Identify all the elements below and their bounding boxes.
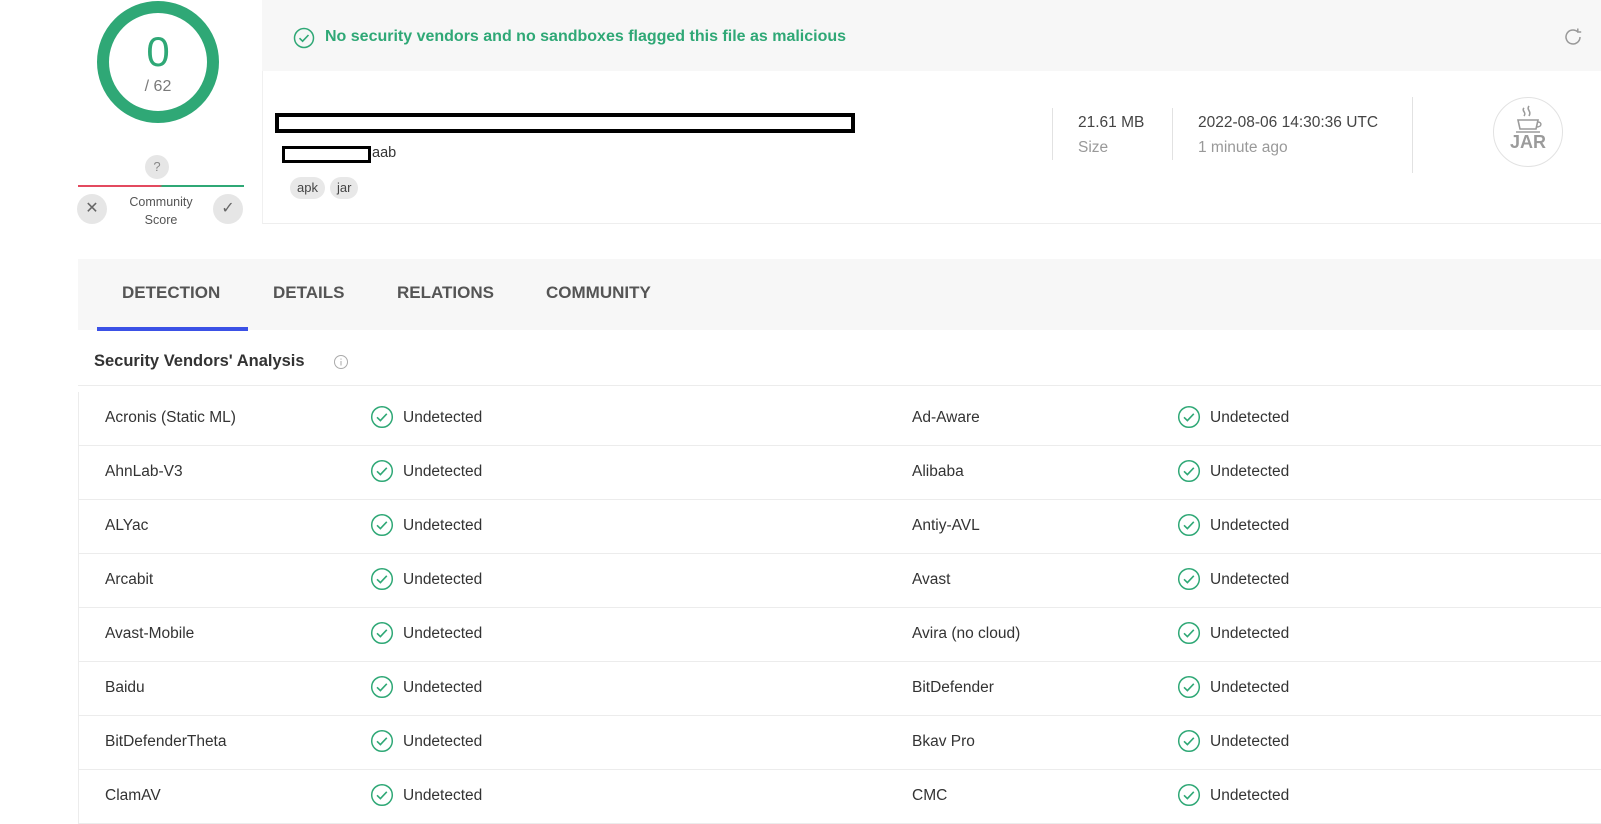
vendor-result: Undetected	[1210, 463, 1290, 480]
tab-relations[interactable]: RELATIONS	[397, 283, 494, 303]
community-score-label: Community Score	[118, 193, 204, 229]
vendor-result: Undetected	[403, 787, 483, 804]
vendor-result: Undetected	[403, 463, 483, 480]
undetected-check-icon	[370, 513, 394, 537]
table-row: BitDefenderTheta Undetected Bkav Pro Undete…	[79, 716, 1601, 770]
vendor-name: Avast	[912, 571, 951, 588]
undetected-check-icon	[370, 621, 394, 645]
redacted-file-name	[282, 146, 371, 163]
undetected-check-icon	[1177, 729, 1201, 753]
table-row: Arcabit Undetected Avast Undetected	[79, 554, 1601, 608]
vendor-result: Undetected	[403, 409, 483, 426]
undetected-check-icon	[1177, 459, 1201, 483]
file-size-value: 21.61 MB	[1078, 114, 1145, 131]
vendor-name: BitDefenderTheta	[105, 733, 227, 750]
undetected-check-icon	[1177, 405, 1201, 429]
undetected-check-icon	[1177, 513, 1201, 537]
section-title: Security Vendors' Analysis	[94, 352, 305, 370]
vendor-result: Undetected	[1210, 733, 1290, 750]
detection-score-ring: 0 / 62	[96, 0, 220, 124]
community-score-label-line2: Score	[144, 213, 178, 227]
tag-apk[interactable]: apk	[290, 177, 325, 199]
vendor-name: Avira (no cloud)	[912, 625, 1021, 642]
divider	[1412, 97, 1413, 173]
engine-total: / 62	[144, 78, 172, 95]
vendor-result: Undetected	[403, 625, 483, 642]
undetected-check-icon	[1177, 621, 1201, 645]
file-info-card	[262, 71, 1601, 224]
undetected-check-icon	[1177, 783, 1201, 807]
vote-harmless-button[interactable]: ✓	[213, 194, 243, 224]
vendor-name: Baidu	[105, 679, 145, 696]
vendor-name: Ad-Aware	[912, 409, 980, 426]
community-score-bar	[78, 185, 244, 187]
table-row: Baidu Undetected BitDefender Undetected	[79, 662, 1601, 716]
vote-harmful-button[interactable]: ✕	[77, 194, 107, 224]
vendor-name: ALYac	[105, 517, 149, 534]
vendor-result: Undetected	[1210, 571, 1290, 588]
active-tab-indicator	[97, 327, 248, 331]
vendor-result: Undetected	[1210, 679, 1290, 696]
vendor-name: Antiy-AVL	[912, 517, 980, 534]
undetected-check-icon	[1177, 675, 1201, 699]
tab-community[interactable]: COMMUNITY	[546, 283, 651, 303]
vendor-result: Undetected	[403, 517, 483, 534]
info-icon[interactable]	[333, 354, 349, 370]
vendor-result: Undetected	[1210, 787, 1290, 804]
redacted-file-hash	[275, 113, 855, 133]
detection-count: 0	[146, 28, 170, 75]
undetected-check-icon	[370, 783, 394, 807]
vendor-results-table: Acronis (Static ML) Undetected Ad-Aware Und…	[78, 392, 1601, 824]
file-name-suffix: aab	[372, 145, 397, 161]
vendor-result: Undetected	[403, 571, 483, 588]
vendor-name: Avast-Mobile	[105, 625, 195, 642]
vendor-name: CMC	[912, 787, 948, 804]
table-row: ALYac Undetected Antiy-AVL Undetected	[79, 500, 1601, 554]
undetected-check-icon	[1177, 567, 1201, 591]
table-row: Acronis (Static ML) Undetected Ad-Aware Und…	[79, 392, 1601, 446]
tab-detection[interactable]: DETECTION	[122, 283, 220, 303]
vendor-result: Undetected	[1210, 409, 1290, 426]
vendor-name: ClamAV	[105, 787, 161, 804]
vendor-name: BitDefender	[912, 679, 994, 696]
file-type-jar-icon: JAR	[1493, 97, 1563, 167]
undetected-check-icon	[370, 405, 394, 429]
tag-jar[interactable]: jar	[330, 177, 359, 199]
table-row: ClamAV Undetected CMC Undetected	[79, 770, 1601, 824]
undetected-check-icon	[370, 675, 394, 699]
divider	[1172, 108, 1173, 160]
vendor-name: Alibaba	[912, 463, 964, 480]
verdict-text: No security vendors and no sandboxes fla…	[325, 28, 847, 45]
divider	[1052, 108, 1053, 160]
vendor-result: Undetected	[1210, 625, 1290, 642]
reanalyze-icon[interactable]	[1562, 26, 1584, 48]
community-score-question-icon[interactable]: ?	[145, 155, 169, 179]
table-row: AhnLab-V3 Undetected Alibaba Undetected	[79, 446, 1601, 500]
community-score-label-line1: Community	[129, 195, 193, 209]
check-circle-icon	[293, 27, 315, 49]
vendor-name: Acronis (Static ML)	[105, 409, 236, 426]
file-type-label: JAR	[1509, 132, 1546, 152]
vendor-result: Undetected	[403, 679, 483, 696]
tab-details[interactable]: DETAILS	[273, 283, 344, 303]
table-row: Avast-Mobile Undetected Avira (no cloud) Un…	[79, 608, 1601, 662]
file-size-label: Size	[1078, 139, 1109, 156]
undetected-check-icon	[370, 567, 394, 591]
vendor-name: AhnLab-V3	[105, 463, 183, 480]
vendor-result: Undetected	[403, 733, 483, 750]
vendor-name: Arcabit	[105, 571, 154, 588]
vendor-name: Bkav Pro	[912, 733, 975, 750]
undetected-check-icon	[370, 729, 394, 753]
analysis-date-value: 2022-08-06 14:30:36 UTC	[1198, 114, 1379, 131]
vendor-result: Undetected	[1210, 517, 1290, 534]
section-divider	[78, 385, 1601, 386]
analysis-date-relative: 1 minute ago	[1198, 139, 1288, 156]
undetected-check-icon	[370, 459, 394, 483]
